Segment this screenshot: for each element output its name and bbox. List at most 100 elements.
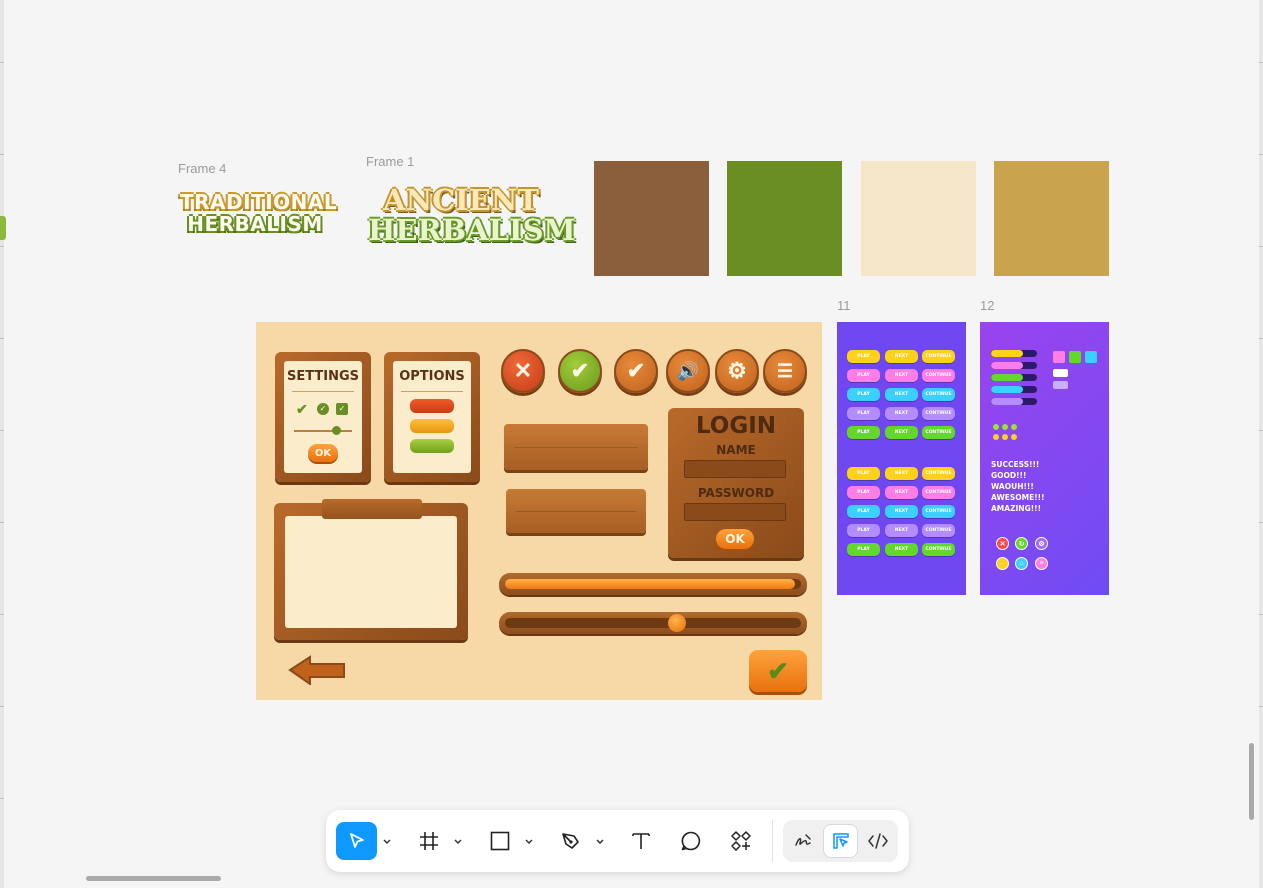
bottom-toolbar	[326, 810, 909, 872]
components-tool-button[interactable]	[723, 822, 759, 860]
horizontal-scrollbar[interactable]	[86, 876, 221, 881]
dot	[1011, 434, 1017, 440]
shape-tool-button[interactable]	[482, 822, 518, 860]
play-button-sample: PLAY	[847, 407, 880, 420]
confirm-button-icon: ✔	[749, 650, 807, 692]
mini-slider-knob	[332, 426, 341, 435]
comment-tool-button[interactable]	[673, 822, 709, 860]
frame-12-ui-sheet[interactable]: SUCCESS!!! GOOD!!! WAOUH!!! AWESOME!!! A…	[980, 322, 1109, 595]
dot	[1002, 424, 1008, 430]
design-mode-icon	[832, 833, 849, 849]
check-box-icon: ✓	[336, 403, 348, 415]
continue-button-sample: CONTINUE	[922, 543, 955, 556]
frame-tool-dropdown[interactable]	[451, 822, 465, 860]
edge-tick	[0, 798, 4, 799]
move-tool-dropdown[interactable]	[380, 822, 394, 860]
color-chip-pink	[1053, 351, 1065, 363]
components-icon	[731, 831, 751, 851]
slider-knob	[667, 614, 686, 632]
dev-mode-button[interactable]	[861, 824, 895, 858]
offscreen-frame-marker[interactable]	[0, 216, 6, 240]
next-button-sample: NEXT	[885, 486, 918, 499]
text-tool-button[interactable]	[623, 822, 659, 860]
login-title: LOGIN	[695, 413, 777, 439]
logo-line1: TRADITIONAL	[180, 190, 338, 214]
settings-board: SETTINGS ✔ ✓ ✓ OK	[275, 352, 371, 482]
frame-label-frame1[interactable]: Frame 1	[366, 154, 414, 169]
settings-title: SETTINGS	[286, 369, 360, 384]
play-button-sample: PLAY	[847, 543, 880, 556]
blank-paper	[285, 516, 457, 628]
move-tool-button[interactable]	[336, 822, 377, 860]
color-swatch-green[interactable]	[727, 161, 842, 276]
dot	[993, 424, 999, 430]
ok-badge: OK	[308, 444, 338, 462]
color-swatch-gold[interactable]	[994, 161, 1109, 276]
back-arrow-icon	[288, 655, 346, 686]
edge-tick	[1259, 614, 1263, 615]
draw-squiggle-icon	[795, 834, 811, 846]
next-button-sample: NEXT	[885, 524, 918, 537]
red-pill	[410, 399, 454, 413]
check-icon: ✔	[296, 401, 308, 417]
continue-button-sample: CONTINUE	[922, 388, 955, 401]
logo-line1: ANCIENT	[383, 183, 539, 217]
gear-icon: ⚙	[715, 349, 759, 393]
design-mode-button[interactable]	[823, 824, 858, 858]
blank-board	[274, 499, 468, 640]
login-board: LOGIN NAME PASSWORD OK	[668, 408, 804, 558]
edge-tick	[0, 614, 4, 615]
options-paper: OPTIONS	[393, 361, 471, 473]
wooden-ui-kit-image[interactable]: SETTINGS ✔ ✓ ✓ OK OPTIONS ✕ ✔ ✔ 🔊 ⚙ ☰ LO…	[256, 322, 822, 700]
gear-icon: ⚙	[1035, 537, 1048, 550]
next-button-sample: NEXT	[885, 388, 918, 401]
message-success: SUCCESS!!!	[991, 460, 1040, 469]
rectangle-icon	[490, 831, 510, 851]
sound-icon: 🔊	[666, 349, 710, 393]
chevron-down-icon	[525, 839, 533, 845]
menu-icon: ≡	[1035, 557, 1048, 570]
pen-tool-button[interactable]	[553, 822, 589, 860]
edge-tick	[1259, 62, 1263, 63]
mini-progress-bar	[991, 362, 1037, 369]
message-awesome: AWESOME!!!	[991, 493, 1045, 502]
frame-label-11[interactable]: 11	[837, 298, 851, 313]
ancient-herbalism-logo[interactable]: ANCIENT HERBALISM	[368, 183, 576, 245]
mini-slider-track	[294, 430, 352, 432]
next-button-sample: NEXT	[885, 407, 918, 420]
next-button-sample: NEXT	[885, 543, 918, 556]
color-swatch-cream[interactable]	[861, 161, 976, 276]
color-swatch-brown[interactable]	[594, 161, 709, 276]
frame-11-button-sheet[interactable]: PLAY NEXT CONTINUE PLAY NEXT CONTINUE PLAY NEXT…	[837, 322, 966, 595]
pointer-icon	[349, 833, 364, 848]
green-pill	[410, 439, 454, 453]
edge-tick	[0, 706, 4, 707]
mini-progress-bar	[991, 374, 1037, 381]
frame-label-frame4[interactable]: Frame 4	[178, 161, 226, 176]
continue-button-sample: CONTINUE	[922, 486, 955, 499]
vertical-scrollbar[interactable]	[1249, 743, 1254, 820]
shape-tool-dropdown[interactable]	[522, 822, 536, 860]
traditional-herbalism-logo[interactable]: TRADITIONAL HERBALISM	[180, 190, 338, 234]
pen-tool-dropdown[interactable]	[593, 822, 607, 860]
progress-bar	[499, 573, 807, 595]
message-good: GOOD!!!	[991, 471, 1027, 480]
name-field	[684, 460, 786, 478]
check-icon: ✔	[614, 349, 658, 393]
frame-tool-button[interactable]	[411, 822, 447, 860]
frame-hash-icon	[420, 832, 438, 850]
play-button-sample: PLAY	[847, 505, 880, 518]
next-button-sample: NEXT	[885, 426, 918, 439]
frame-label-12[interactable]: 12	[980, 298, 994, 313]
settings-paper: SETTINGS ✔ ✓ ✓ OK	[284, 361, 362, 473]
draw-mode-button[interactable]	[786, 824, 820, 858]
back-icon: ←	[996, 557, 1009, 570]
edge-tick	[0, 522, 4, 523]
canvas-right-edge	[1259, 0, 1263, 888]
home-icon: ⌂	[1015, 557, 1028, 570]
comment-icon	[681, 831, 701, 851]
toolbar-separator	[772, 820, 773, 862]
login-ok-button: OK	[716, 529, 754, 549]
mini-progress-bar	[991, 350, 1037, 357]
password-label: PASSWORD	[697, 486, 775, 500]
